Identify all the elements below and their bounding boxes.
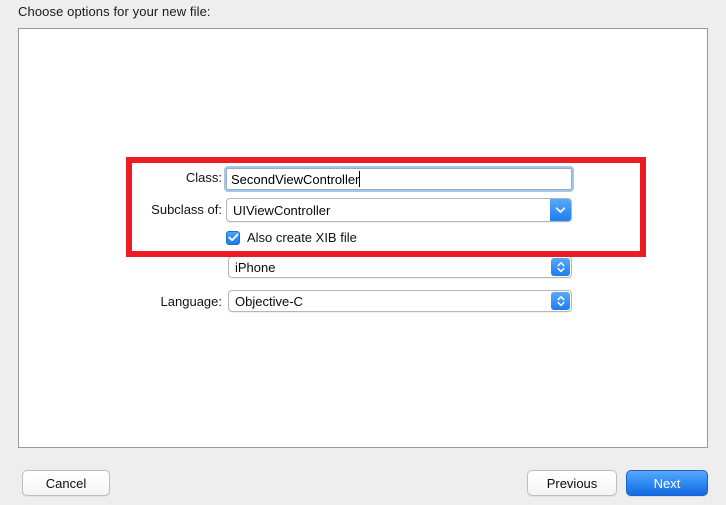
class-input[interactable] — [226, 168, 572, 190]
language-label: Language: — [160, 294, 222, 309]
subclass-label: Subclass of: — [151, 202, 222, 217]
device-dropdown[interactable]: iPhone — [228, 256, 572, 278]
subclass-value: UIViewController — [233, 202, 331, 218]
chevron-up-down-icon[interactable] — [551, 292, 570, 310]
next-button[interactable]: Next — [626, 470, 708, 496]
options-panel — [18, 28, 708, 448]
xib-checkbox-row[interactable]: Also create XIB file — [226, 230, 357, 245]
cancel-button[interactable]: Cancel — [22, 470, 110, 496]
subclass-dropdown[interactable]: UIViewController — [226, 198, 572, 222]
xib-checkbox-label: Also create XIB file — [247, 230, 357, 245]
text-caret — [359, 171, 360, 187]
chevron-up-down-icon[interactable] — [551, 258, 570, 276]
device-value: iPhone — [235, 259, 276, 275]
previous-button[interactable]: Previous — [527, 470, 617, 496]
chevron-down-icon[interactable] — [550, 199, 571, 221]
page-title: Choose options for your new file: — [18, 4, 211, 19]
language-value: Objective-C — [235, 293, 303, 309]
class-label: Class: — [185, 170, 222, 185]
checkbox-also-create-xib[interactable] — [226, 230, 240, 245]
language-dropdown[interactable]: Objective-C — [228, 290, 572, 312]
